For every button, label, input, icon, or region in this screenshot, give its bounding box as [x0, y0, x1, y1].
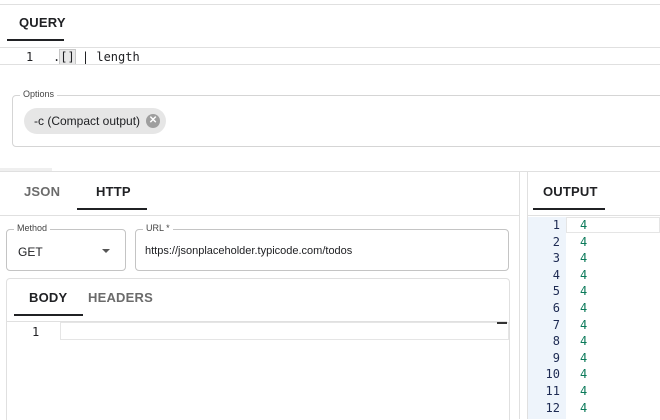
output-line-number: 10 [545, 367, 560, 382]
output-line-value: 4 [580, 218, 588, 232]
output-line-number: 12 [545, 400, 560, 415]
output-line-number: 8 [552, 334, 560, 349]
output-line-number: 11 [545, 384, 560, 398]
output-line-number: 6 [552, 301, 560, 315]
body-line-number: 1 [32, 325, 40, 339]
output-line-value: 4 [580, 267, 588, 282]
output-line-number: 7 [552, 317, 560, 332]
output-line-value: 4 [580, 301, 588, 315]
tab-output-underline [533, 208, 605, 210]
tab-http[interactable]: HTTP [96, 184, 131, 199]
url-input[interactable]: https://jsonplaceholder.typicode.com/tod… [135, 229, 509, 271]
tab-output[interactable]: OUTPUT [543, 184, 598, 199]
chip-remove-icon[interactable]: ✕ [146, 114, 161, 128]
method-select[interactable]: GET [6, 229, 126, 271]
query-code-rest: | length [74, 50, 140, 64]
output-line-number: 2 [552, 234, 560, 249]
method-label: Method [14, 223, 51, 233]
compact-output-chip[interactable]: -c (Compact output) ✕ [24, 108, 167, 134]
output-line-value: 4 [580, 251, 588, 266]
compact-output-chip-label: -c (Compact output) [34, 114, 141, 128]
url-label: URL * [143, 223, 173, 233]
body-panel [6, 278, 510, 420]
output-lines: 14 24 34 44 54 64 74 84 94 10 4 11 4 12 4 [528, 218, 660, 419]
top-border [0, 4, 660, 5]
tab-body[interactable]: BODY [29, 290, 67, 305]
output-line-value: 4 [580, 234, 588, 249]
output-line-value: 4 [580, 317, 588, 332]
url-value: https://jsonplaceholder.typicode.com/tod… [145, 245, 353, 257]
tab-query-underline [7, 39, 64, 41]
output-tabs-divider [528, 215, 660, 216]
query-code-bracket: [] [59, 49, 76, 65]
output-line-value: 4 [580, 350, 588, 365]
query-line-number: 1 [26, 50, 34, 64]
output-line-value: 4 [580, 367, 588, 382]
query-code[interactable]: .[] | length [53, 49, 140, 65]
output-line-number: 1 [552, 218, 560, 232]
output-line-number: 3 [552, 251, 560, 266]
panel-divider [519, 171, 520, 419]
output-line-value: 4 [580, 334, 588, 349]
output-line-value: 4 [580, 400, 588, 415]
section-divider [0, 171, 660, 172]
tab-body-underline [14, 314, 83, 316]
tab-query[interactable]: QUERY [19, 15, 66, 30]
options-legend: Options [20, 89, 58, 99]
tab-headers[interactable]: HEADERS [88, 290, 153, 305]
chevron-down-icon [102, 249, 110, 253]
body-editor[interactable] [60, 322, 509, 340]
output-line-value: 4 [580, 384, 588, 398]
input-tabs-divider [0, 215, 519, 216]
method-value: GET [18, 245, 43, 259]
output-line-number: 4 [552, 267, 560, 282]
tab-json[interactable]: JSON [24, 184, 60, 199]
editor-scroll-marker [497, 322, 507, 324]
output-line-number: 9 [552, 350, 560, 365]
left-panel-top-gray [0, 168, 52, 171]
query-editor-bottom [0, 64, 660, 65]
output-line-value: 4 [580, 284, 588, 299]
tab-http-underline [77, 208, 147, 210]
output-line-number: 5 [552, 284, 560, 299]
